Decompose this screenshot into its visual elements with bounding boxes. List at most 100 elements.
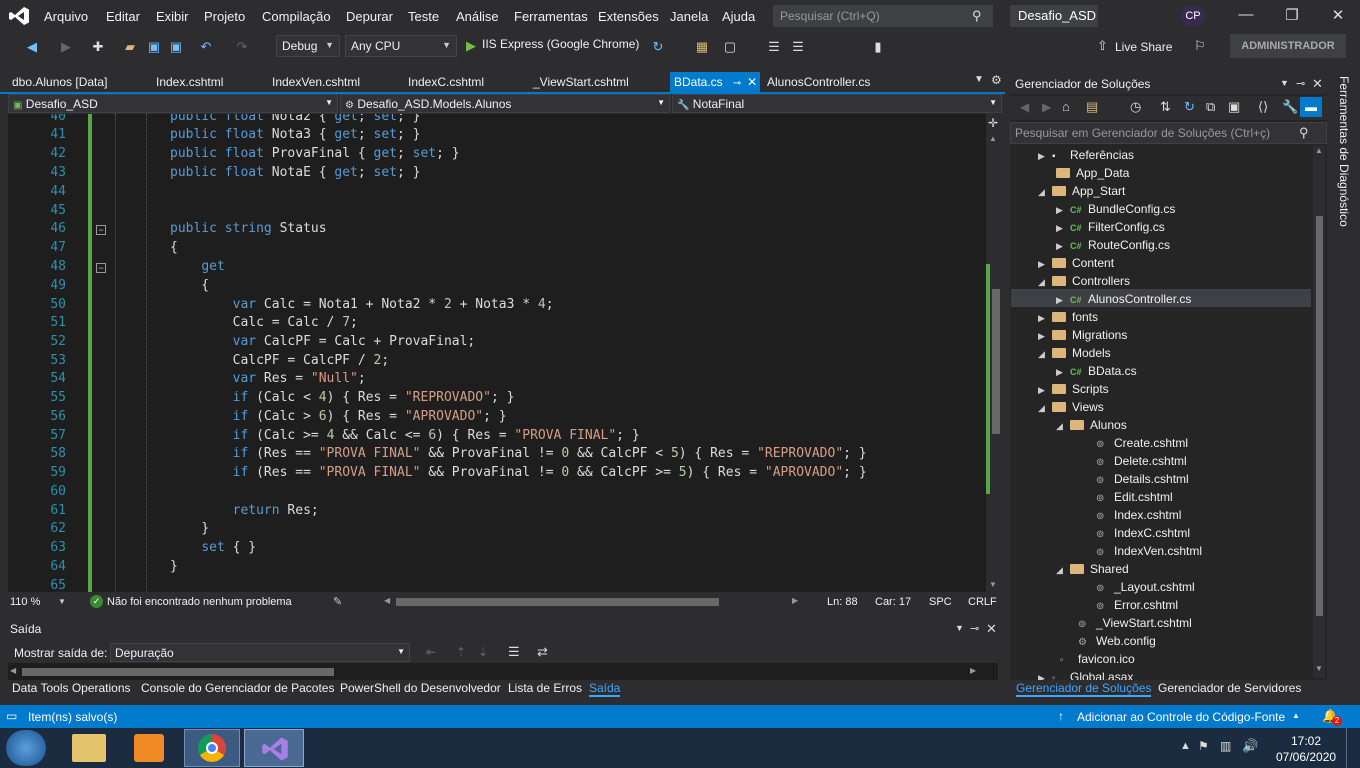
tree-item-controllers[interactable]: ◢ Controllers — [1038, 274, 1130, 292]
brush-icon[interactable]: ✎ — [333, 595, 342, 608]
scroll-left-icon[interactable]: ◀ — [384, 596, 390, 605]
clock-date[interactable]: 07/06/2020 — [1276, 750, 1336, 764]
editor-vertical-scrollbar[interactable]: ✛ ▲ ▼ — [986, 114, 1003, 592]
tree-item-bdata[interactable]: ▶ C# BData.cs — [1056, 364, 1137, 382]
tab-server-explorer[interactable]: Gerenciador de Servidores — [1158, 681, 1301, 695]
zoom-level[interactable]: 110 % — [10, 596, 40, 608]
pending-changes-icon[interactable]: ◷ — [1130, 99, 1141, 115]
tree-item-app-start[interactable]: ◢ App_Start — [1038, 184, 1125, 202]
volume-icon[interactable]: 🔊 — [1242, 738, 1258, 754]
run-target-button[interactable]: IIS Express (Google Chrome) — [482, 37, 639, 51]
tree-item-indexc[interactable]: ⊚ IndexC.cshtml — [1096, 526, 1190, 544]
tree-item-indexven[interactable]: ⊚ IndexVen.cshtml — [1096, 544, 1202, 562]
split-icon[interactable]: ✛ — [988, 116, 998, 130]
tab-data-tools[interactable]: Data Tools Operations — [12, 681, 131, 695]
collapse-icon[interactable]: − — [96, 225, 106, 235]
tree-item-viewstart[interactable]: ⊚ _ViewStart.cshtml — [1078, 616, 1192, 634]
show-desktop-button[interactable] — [1346, 728, 1360, 768]
solex-back-icon[interactable]: ◀ — [1020, 100, 1029, 114]
tree-item-webconfig[interactable]: ⚙ Web.config — [1078, 634, 1156, 652]
tray-expand-icon[interactable]: ▲ — [1180, 740, 1191, 752]
redo-icon[interactable]: ↷ — [234, 39, 250, 55]
scroll-right-icon[interactable]: ▶ — [792, 596, 798, 605]
tree-item-fonts[interactable]: ▶ fonts — [1038, 310, 1098, 328]
solex-refresh-icon[interactable]: ↻ — [1184, 99, 1195, 115]
tab-dbo-alunos[interactable]: dbo.Alunos [Data] — [12, 72, 107, 92]
live-share-icon[interactable]: ⇧ — [1097, 38, 1108, 54]
home-icon[interactable]: ⌂ — [1062, 99, 1070, 114]
bookmark-icon[interactable]: ▮ — [870, 39, 886, 55]
tab-powershell[interactable]: PowerShell do Desenvolvedor — [340, 681, 501, 695]
screen-icon[interactable]: ▢ — [722, 39, 738, 55]
menu-exibir[interactable]: Exibir — [156, 9, 189, 24]
tree-item-alunos-folder[interactable]: ◢ Alunos — [1056, 418, 1127, 436]
project-nav-select[interactable]: ▣ Desafio_ASD ▼ — [8, 94, 338, 113]
find-message-icon[interactable]: ⇤ — [426, 645, 436, 659]
tree-item-create[interactable]: ⊚ Create.cshtml — [1096, 436, 1188, 454]
tree-item-global-asax[interactable]: ▶ ▫ Global.asax — [1038, 670, 1133, 680]
windows-start-button[interactable] — [6, 730, 46, 766]
tab-close-icon[interactable]: ✕ — [747, 75, 757, 89]
tree-item-scripts[interactable]: ▶ Scripts — [1038, 382, 1109, 400]
tab-package-console[interactable]: Console do Gerenciador de Pacotes — [141, 681, 334, 695]
format-icon[interactable]: ☰ — [766, 39, 782, 55]
visual-studio-taskbar-button[interactable] — [244, 729, 304, 767]
menu-analise[interactable]: Análise — [456, 9, 499, 24]
collapse-icon[interactable]: − — [96, 263, 106, 273]
tree-item-bundleconfig[interactable]: ▶ C# BundleConfig.cs — [1056, 202, 1175, 220]
menu-ferramentas[interactable]: Ferramentas — [514, 9, 588, 24]
word-wrap-icon[interactable]: ⇄ — [537, 644, 548, 660]
tree-item-filterconfig[interactable]: ▶ C# FilterConfig.cs — [1056, 220, 1165, 238]
forward-icon[interactable]: ▶ — [58, 39, 74, 55]
tab-indexven[interactable]: IndexVen.cshtml — [272, 72, 360, 92]
indent-icon[interactable]: ☰ — [790, 39, 806, 55]
tab-viewstart[interactable]: _ViewStart.cshtml — [533, 72, 629, 92]
output-scrollbar-thumb[interactable] — [22, 668, 334, 676]
scrollbar-thumb[interactable] — [992, 289, 1000, 434]
tree-item-error[interactable]: ⊚ Error.cshtml — [1096, 598, 1178, 616]
menu-arquivo[interactable]: Arquivo — [44, 9, 88, 24]
solex-scrollbar[interactable]: ▲ ▼ — [1313, 146, 1325, 678]
source-control-dropdown-icon[interactable]: ▲ — [1292, 711, 1300, 720]
open-folder-icon[interactable]: ▰ — [122, 39, 138, 55]
output-close-icon[interactable]: ✕ — [986, 621, 997, 637]
output-pin-icon[interactable]: ⊸ — [970, 622, 979, 635]
solution-search-input[interactable]: Pesquisar em Gerenciador de Soluções (Ct… — [1010, 122, 1327, 144]
solex-forward-icon[interactable]: ▶ — [1042, 100, 1051, 114]
tree-item-app-data[interactable]: App_Data — [1056, 166, 1129, 184]
diagnostics-side-tab[interactable]: Ferramentas de Diagnóstico — [1327, 72, 1360, 700]
save-icon[interactable]: ▣ — [146, 39, 162, 55]
refresh-icon[interactable]: ↻ — [650, 39, 666, 55]
tree-item-delete[interactable]: ⊚ Delete.cshtml — [1096, 454, 1187, 472]
config-select[interactable]: Debug ▼ — [276, 35, 340, 57]
prev-message-icon[interactable]: ⇡ — [456, 645, 466, 659]
menu-janela[interactable]: Janela — [670, 9, 708, 24]
tree-item-content[interactable]: ▶ Content — [1038, 256, 1114, 274]
undo-icon[interactable]: ↶ — [198, 39, 214, 55]
zoom-dropdown-icon[interactable]: ▼ — [58, 597, 66, 606]
quick-search-input[interactable]: Pesquisar (Ctrl+Q) — [773, 5, 993, 27]
gear-icon[interactable]: ⚙ — [991, 73, 1002, 87]
feedback-icon[interactable]: ⚐ — [1194, 38, 1206, 54]
clear-all-icon[interactable]: ☰ — [508, 644, 520, 660]
output-dropdown-icon[interactable]: ▼ — [955, 623, 964, 633]
close-icon[interactable]: ✕ — [1328, 6, 1348, 26]
save-all-icon[interactable]: ▣ — [168, 39, 184, 55]
collapse-all-icon[interactable]: ⧉ — [1206, 99, 1215, 115]
menu-extensoes[interactable]: Extensões — [598, 9, 659, 24]
tree-item-routeconfig[interactable]: ▶ C# RouteConfig.cs — [1056, 238, 1170, 256]
next-message-icon[interactable]: ⇣ — [478, 645, 488, 659]
clock-time[interactable]: 17:02 — [1291, 734, 1321, 748]
type-nav-select[interactable]: ⚙ Desafio_ASD.Models.Alunos ▼ — [340, 94, 670, 113]
tree-item-favicon[interactable]: ▫ favicon.ico — [1060, 652, 1135, 670]
solex-close-icon[interactable]: ✕ — [1312, 76, 1323, 92]
menu-compilacao[interactable]: Compilação — [262, 9, 331, 24]
output-scroll-left-icon[interactable]: ◀ — [10, 666, 16, 675]
tree-item-migrations[interactable]: ▶ Migrations — [1038, 328, 1127, 346]
maximize-icon[interactable]: ❐ — [1282, 6, 1302, 26]
solution-search-icon[interactable]: ⚲ — [1299, 125, 1309, 141]
tree-item-referencias[interactable]: ▶ ▪ Referências — [1038, 148, 1134, 166]
sync-icon[interactable]: ⇅ — [1160, 99, 1171, 115]
media-player-icon[interactable] — [134, 734, 164, 762]
tree-item-edit[interactable]: ⊚ Edit.cshtml — [1096, 490, 1173, 508]
